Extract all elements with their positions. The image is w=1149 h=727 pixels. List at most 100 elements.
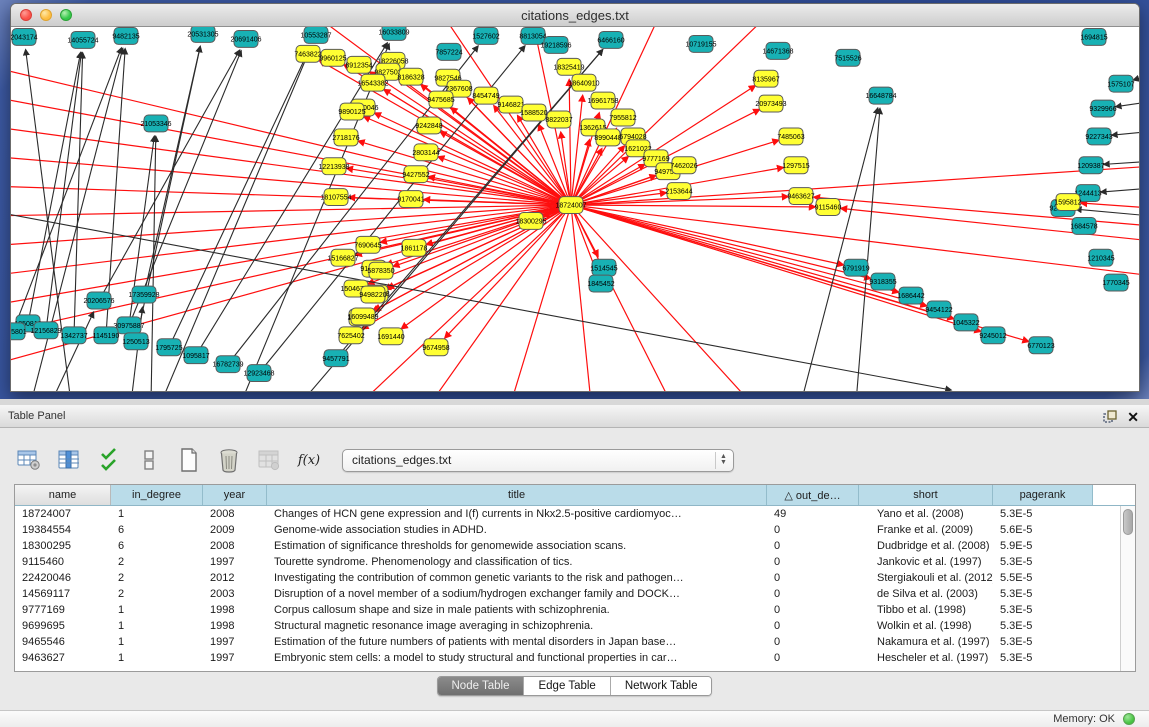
graph-edge[interactable] (571, 205, 591, 391)
network-canvas[interactable]: 2043174140557249482135205313052069140610… (11, 27, 1139, 391)
graph-node[interactable]: 20973493 (755, 95, 786, 112)
table-row[interactable]: 911546021997Tourette syndrome. Phenomeno… (15, 554, 1120, 570)
graph-node[interactable]: 9318355 (869, 273, 896, 290)
graph-edge[interactable] (1112, 131, 1139, 135)
graph-node[interactable]: 20691406 (230, 30, 261, 47)
column-header-name[interactable]: name (15, 485, 111, 505)
graph-node[interactable]: 9245012 (979, 327, 1006, 344)
graph-edge[interactable] (1104, 161, 1139, 164)
graph-node[interactable]: 1845452 (587, 275, 614, 292)
graph-node[interactable]: 7462026 (670, 157, 697, 174)
table-row[interactable]: 977716911998Corpus callosum shape and si… (15, 602, 1120, 618)
graph-node[interactable]: 20206576 (83, 292, 114, 309)
graph-edge[interactable] (1076, 209, 1139, 216)
graph-node[interactable]: 10553287 (300, 27, 331, 43)
graph-edge[interactable] (151, 136, 156, 391)
graph-node[interactable]: 12213938 (318, 158, 349, 175)
column-header-short[interactable]: short (859, 485, 993, 505)
graph-node[interactable]: 16033809 (378, 27, 409, 40)
float-panel-icon[interactable] (1103, 410, 1118, 424)
table-row[interactable]: 946554611997Estimation of the future num… (15, 634, 1120, 650)
graph-node[interactable]: 1691440 (377, 328, 404, 345)
column-header-year[interactable]: year (203, 485, 267, 505)
graph-node[interactable]: 9242848 (415, 117, 442, 134)
show-columns-icon[interactable] (56, 447, 82, 473)
graph-node[interactable]: 8912354 (345, 56, 372, 73)
graph-node[interactable]: 15166827 (327, 249, 358, 266)
graph-node[interactable]: 8135967 (752, 70, 779, 87)
graph-node[interactable]: 7857224 (435, 43, 462, 60)
graph-node[interactable]: 16961758 (587, 92, 618, 109)
graph-node[interactable]: 2153644 (665, 183, 692, 200)
table-scrollbar-thumb[interactable] (1123, 509, 1133, 535)
graph-node[interactable]: 16782739 (212, 356, 243, 373)
graph-node[interactable]: 1795725 (155, 339, 182, 356)
graph-node[interactable]: 1145190 (93, 327, 120, 344)
graph-node[interactable]: 6791919 (842, 259, 869, 276)
graph-node[interactable]: 6466160 (597, 31, 624, 48)
graph-node[interactable]: 8990448 (594, 129, 621, 146)
column-header-out_de[interactable]: △ out_de… (767, 485, 859, 505)
graph-node[interactable]: 9674958 (422, 339, 449, 356)
graph-node[interactable]: 18640910 (568, 74, 599, 91)
graph-node[interactable]: 9890125 (338, 103, 365, 120)
graph-node[interactable]: 1527602 (472, 27, 499, 44)
graph-node[interactable]: 1297515 (782, 157, 809, 174)
graph-node[interactable]: 3915801 (11, 323, 27, 340)
graph-edge[interactable] (571, 205, 926, 306)
graph-node[interactable]: 1861178 (401, 239, 428, 256)
table-settings-icon[interactable] (16, 447, 42, 473)
graph-edge[interactable] (856, 109, 880, 391)
graph-edge[interactable] (46, 53, 81, 331)
select-all-icon[interactable] (96, 447, 122, 473)
graph-node[interactable]: 8822037 (545, 111, 572, 128)
graph-node[interactable]: 9463627 (787, 188, 814, 205)
graph-edge[interactable] (801, 108, 878, 391)
graph-node[interactable]: 19218596 (540, 36, 571, 53)
graph-node[interactable]: 9227343 (1085, 128, 1112, 145)
graph-edge[interactable] (161, 47, 311, 391)
graph-node[interactable]: 18325419 (553, 58, 584, 75)
column-header-in_degree[interactable]: in_degree (111, 485, 203, 505)
graph-node[interactable]: 1045322 (952, 314, 979, 331)
new-table-icon[interactable] (176, 447, 202, 473)
table-row[interactable]: 2242004622012Investigating the contribut… (15, 570, 1120, 586)
graph-node[interactable]: 18724007 (555, 197, 586, 214)
graph-node[interactable]: 1770345 (1102, 274, 1129, 291)
graph-node[interactable]: 9960125 (319, 49, 346, 66)
graph-node[interactable]: 18107554 (320, 189, 351, 206)
graph-node[interactable]: 7485063 (777, 128, 804, 145)
graph-node[interactable]: 2718176 (332, 129, 359, 146)
graph-node[interactable]: 20531305 (187, 27, 218, 42)
graph-edge[interactable] (11, 156, 571, 205)
graph-edge[interactable] (1133, 75, 1139, 80)
network-view-window[interactable]: citations_edges.txt 20431741405572494821… (10, 3, 1140, 392)
graph-edge[interactable] (241, 44, 389, 391)
graph-node[interactable]: 21053346 (140, 115, 171, 132)
graph-edge[interactable] (74, 53, 83, 335)
table-row[interactable]: 1456911722003Disruption of a novel membe… (15, 586, 1120, 602)
graph-node[interactable]: 14055724 (67, 31, 98, 48)
graph-node[interactable]: 1686442 (897, 287, 924, 304)
graph-node[interactable]: 9498220 (359, 286, 386, 303)
graph-node[interactable]: 6770123 (1027, 337, 1054, 354)
tab-node-table[interactable]: Node Table (438, 677, 525, 695)
table-row[interactable]: 1938455462009Genome-wide association stu… (15, 522, 1120, 538)
window-titlebar[interactable]: citations_edges.txt (11, 4, 1139, 27)
graph-edge[interactable] (1101, 188, 1139, 192)
graph-node[interactable]: 2803144 (412, 144, 439, 161)
graph-node[interactable]: 1595812 (1054, 194, 1081, 211)
graph-node[interactable]: 8454749 (472, 87, 499, 104)
graph-node[interactable]: 9115460 (815, 199, 842, 216)
graph-node[interactable]: 1684578 (1070, 217, 1097, 234)
graph-node[interactable]: 9170041 (397, 191, 424, 208)
close-panel-icon[interactable]: ✕ (1127, 410, 1139, 424)
graph-node[interactable]: 17359928 (128, 286, 159, 303)
graph-node[interactable]: 1514545 (590, 259, 617, 276)
table-row[interactable]: 946362711997Embryonic stem cells: a mode… (15, 650, 1120, 666)
graph-node[interactable]: 12923468 (243, 365, 274, 382)
graph-node[interactable]: 9457791 (322, 350, 349, 367)
table-row[interactable]: 969969511998Structural magnetic resonanc… (15, 618, 1120, 634)
graph-node[interactable]: 7955812 (609, 109, 636, 126)
graph-node[interactable]: 1095817 (182, 347, 209, 364)
